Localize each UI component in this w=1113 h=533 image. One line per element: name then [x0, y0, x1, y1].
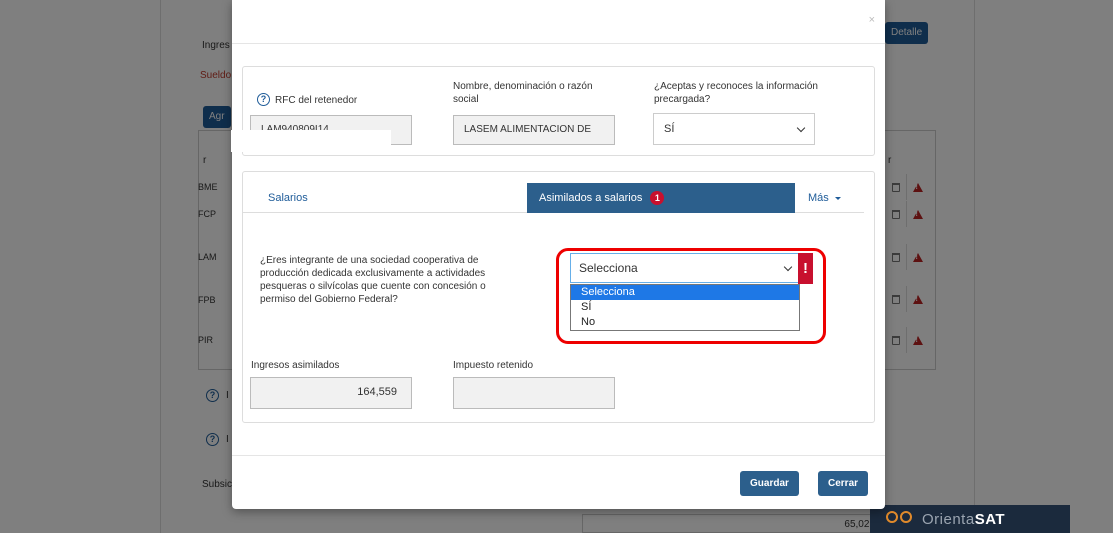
cooperativa-select-value: Selecciona: [579, 261, 638, 275]
option-si[interactable]: SÍ: [571, 300, 799, 315]
impuesto-label: Impuesto retenido: [453, 360, 534, 371]
cooperativa-options-list: Selecciona SÍ No: [570, 284, 800, 331]
chevron-down-icon: [783, 262, 793, 271]
cerrar-button[interactable]: Cerrar: [818, 471, 869, 496]
aceptas-select[interactable]: SÍ: [653, 113, 815, 145]
guardar-button[interactable]: Guardar: [740, 471, 799, 496]
tab-asimilados[interactable]: Asimilados a salarios 1: [527, 183, 795, 213]
owl-logo-icon: [886, 511, 914, 527]
ingresos-label: Ingresos asimilados: [251, 360, 340, 371]
tab-bar: Salarios Asimilados a salarios 1 Más: [242, 183, 864, 213]
orientasat-brand: SAT: [974, 510, 1006, 528]
tab-asimilados-label: Asimilados a salarios: [539, 192, 643, 204]
rfc-label: RFC del retenedor: [275, 95, 358, 106]
error-count-badge: 1: [650, 191, 665, 206]
impuesto-field[interactable]: [453, 377, 615, 409]
tab-mas[interactable]: Más: [808, 183, 841, 213]
tab-salarios[interactable]: Salarios: [268, 183, 308, 213]
modal-header: ×: [232, 0, 885, 44]
cover-strip: [231, 130, 391, 152]
tab-mas-label: Más: [808, 192, 829, 204]
chevron-down-icon: [796, 123, 806, 132]
cooperativa-question: ¿Eres integrante de una sociedad coopera…: [260, 255, 486, 305]
orientasat-prefix: Orienta: [922, 510, 975, 528]
orientasat-widget[interactable]: OrientaSAT: [870, 505, 1070, 533]
ingresos-field[interactable]: 164,559: [250, 377, 412, 409]
cooperativa-select[interactable]: Selecciona: [570, 253, 800, 283]
option-selecciona[interactable]: Selecciona: [571, 285, 799, 300]
aceptas-label: ¿Aceptas y reconoces la información prec…: [654, 81, 818, 105]
option-no[interactable]: No: [571, 315, 799, 330]
close-icon[interactable]: ×: [869, 14, 875, 26]
nombre-label: Nombre, denominación o razón social: [453, 81, 593, 105]
help-icon[interactable]: ?: [257, 93, 270, 106]
caret-down-icon: [834, 196, 841, 200]
nombre-field[interactable]: LASEM ALIMENTACION DE: [453, 115, 615, 145]
modal-footer-divider: [232, 455, 885, 456]
aceptas-select-value: SÍ: [664, 123, 675, 135]
error-indicator-icon: !: [798, 253, 813, 284]
